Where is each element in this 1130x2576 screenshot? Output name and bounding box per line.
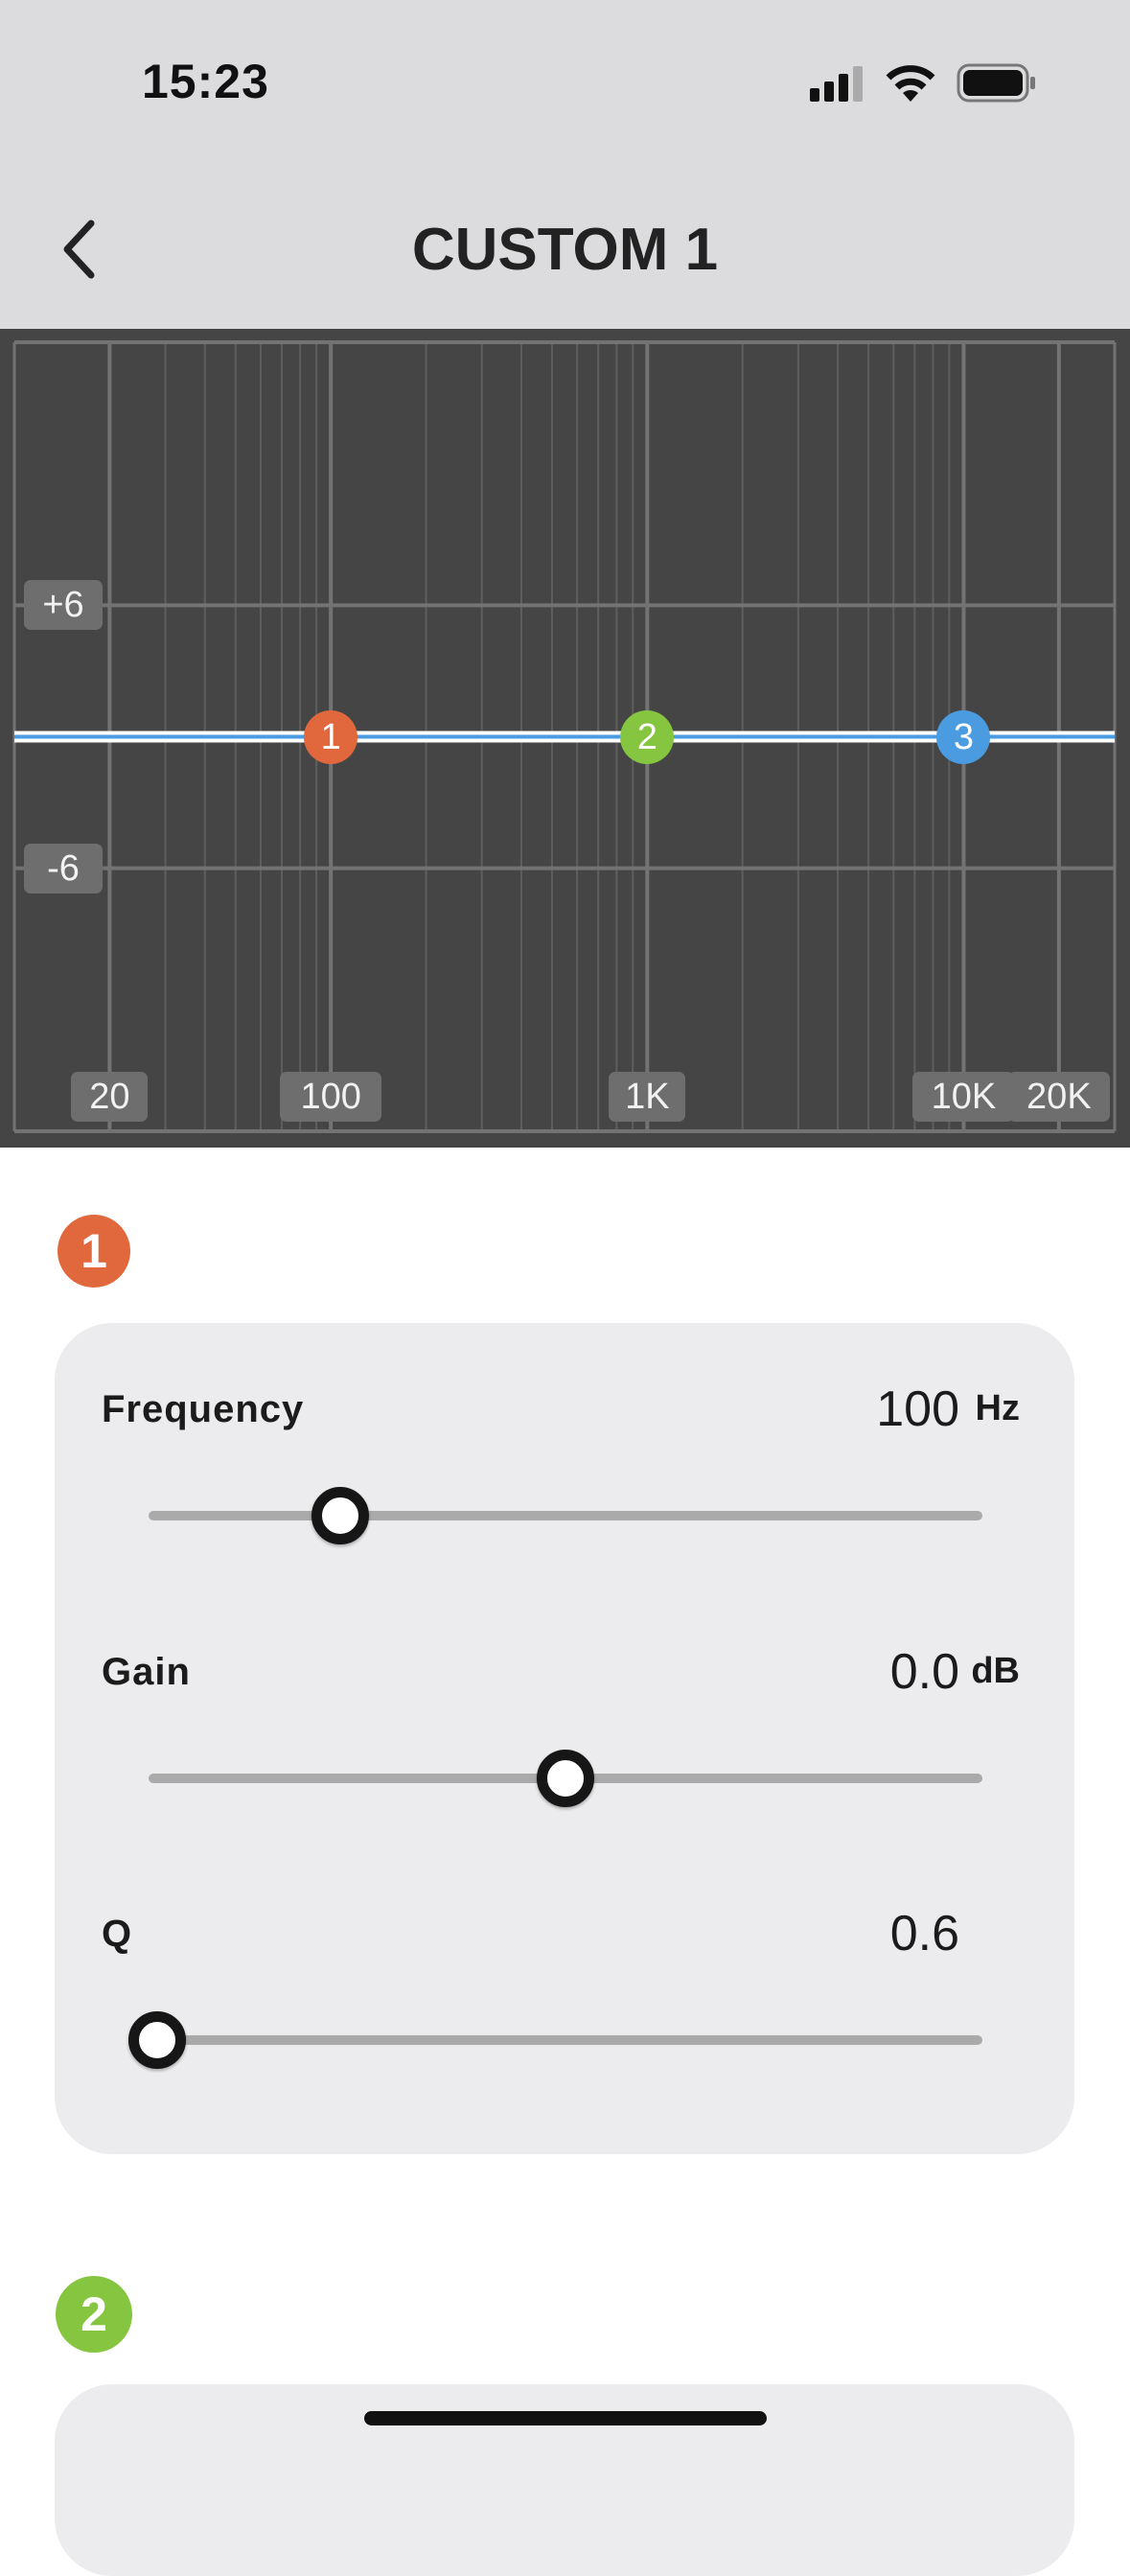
cellular-signal-icon: [810, 66, 863, 102]
frequency-slider-thumb[interactable]: [311, 1487, 370, 1544]
nav-header: 15:23 CUSTOM 1: [0, 0, 1130, 329]
gain-unit: dB: [971, 1651, 1020, 1691]
home-indicator[interactable]: [364, 2411, 767, 2425]
y-tick-label: -6: [24, 843, 103, 893]
gain-label: Gain: [102, 1651, 191, 1693]
x-tick-label: 20: [71, 1072, 149, 1122]
q-slider[interactable]: [127, 2011, 982, 2069]
x-tick-label: 20K: [1007, 1072, 1110, 1122]
page-title: CUSTOM 1: [411, 217, 719, 283]
x-tick-label: 100: [280, 1072, 382, 1122]
gain-value: 0.0: [889, 1644, 959, 1700]
x-tick-label: 1K: [609, 1072, 686, 1122]
band-2-badge: 2: [56, 2276, 132, 2353]
gain-slider-thumb[interactable]: [537, 1750, 594, 1807]
band-1-marker[interactable]: 1: [304, 709, 358, 764]
q-slider-thumb[interactable]: [127, 2011, 186, 2069]
band-2-marker[interactable]: 2: [620, 709, 675, 764]
status-time: 15:23: [142, 55, 269, 108]
band-3-marker[interactable]: 3: [936, 709, 991, 764]
y-tick-label: +6: [24, 580, 103, 631]
q-value: 0.6: [889, 1906, 959, 1961]
frequency-value: 100: [876, 1381, 959, 1437]
band-1-settings-card: Frequency 100 Hz Gain 0.0 dB Q 0.6: [55, 1323, 1074, 2154]
q-label: Q: [102, 1913, 133, 1955]
band-1-badge: 1: [58, 1215, 130, 1288]
x-tick-label: 10K: [912, 1072, 1015, 1122]
frequency-label: Frequency: [102, 1388, 305, 1430]
wifi-icon: [886, 65, 935, 102]
eq-curve-chart[interactable]: +6 -6 20 100 1K 10K 20K 1 2 3: [0, 329, 1130, 1148]
battery-icon: [957, 63, 1035, 103]
frequency-unit: Hz: [975, 1388, 1020, 1428]
gain-slider[interactable]: [149, 1750, 982, 1807]
frequency-slider[interactable]: [149, 1487, 982, 1544]
